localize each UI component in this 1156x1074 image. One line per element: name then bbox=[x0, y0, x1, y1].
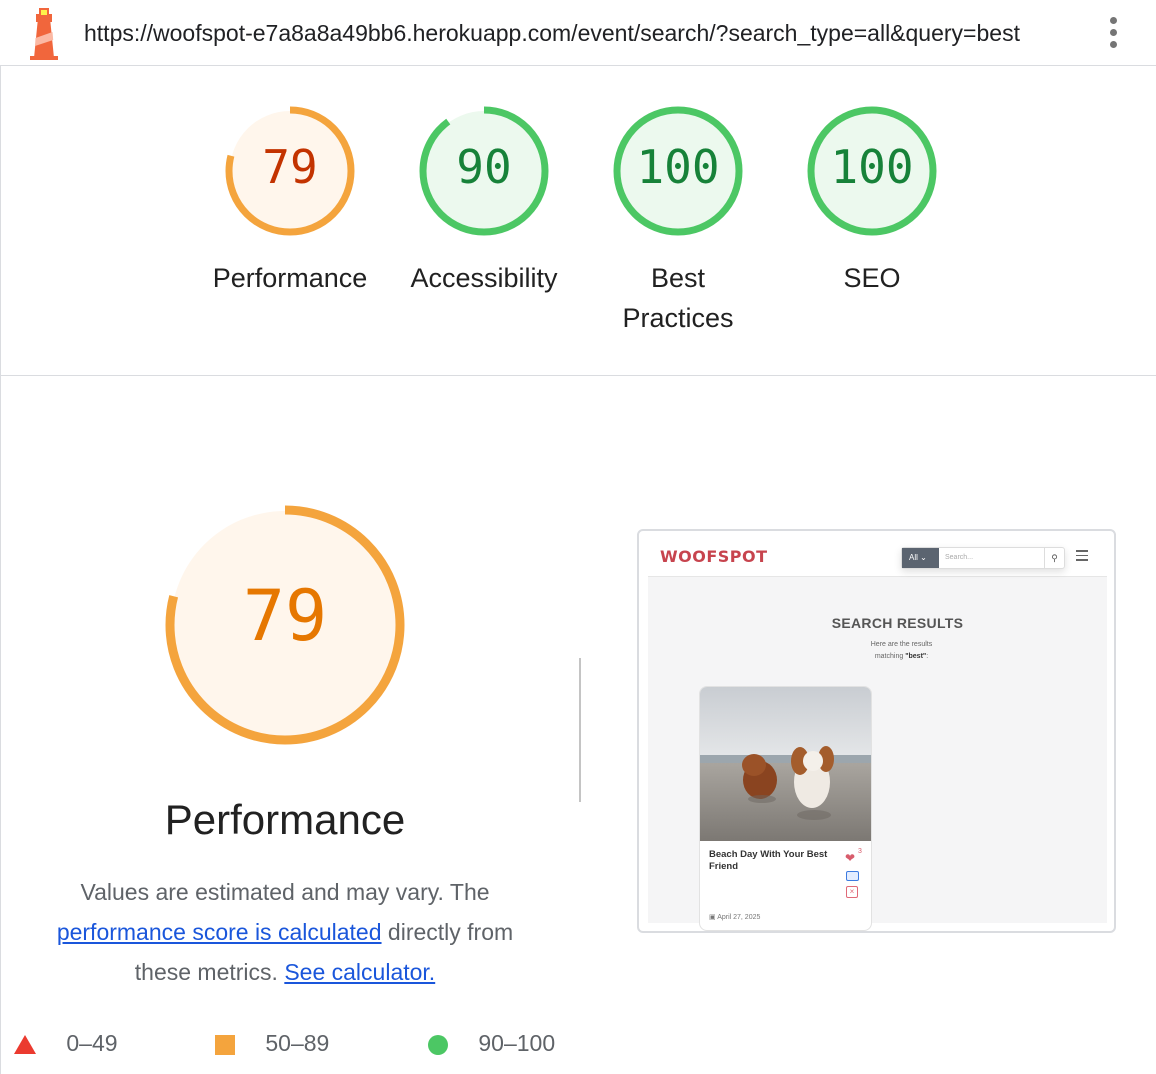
gauge-seo[interactable]: 100 SEO bbox=[777, 104, 967, 298]
gauge-label: Best Practices bbox=[622, 263, 734, 333]
results-subtitle: Here are the results matching "best": bbox=[648, 639, 1107, 663]
search-type-select: All ⌄ bbox=[902, 548, 939, 568]
site-search: All ⌄ Search... ⚲ bbox=[901, 547, 1065, 569]
gauge-accessibility[interactable]: 90 Accessibility bbox=[389, 104, 579, 298]
search-icon: ⚲ bbox=[1044, 548, 1064, 568]
event-date: ▣ April 27, 2025 bbox=[709, 913, 760, 921]
vertical-divider bbox=[579, 658, 581, 802]
subtitle-prefix: matching bbox=[874, 653, 906, 660]
results-heading: SEARCH RESULTS bbox=[831, 615, 964, 631]
gauge-label: Accessibility bbox=[410, 263, 558, 293]
legend-range: 50–89 bbox=[265, 1030, 330, 1056]
cancel-icon: × bbox=[846, 886, 858, 898]
performance-score: 79 bbox=[242, 575, 328, 657]
gauge-score: 100 bbox=[830, 140, 914, 194]
score-calculated-link[interactable]: performance score is calculated bbox=[57, 919, 382, 945]
calendar-icon: ▣ bbox=[709, 914, 716, 921]
gauge-label: SEO bbox=[843, 263, 901, 293]
screenshot-page: WOOFSPOT All ⌄ Search... ⚲ SEARCH RESULT… bbox=[648, 539, 1107, 931]
square-icon bbox=[215, 1034, 235, 1055]
menu-icon bbox=[1076, 550, 1088, 564]
triangle-icon bbox=[14, 1035, 36, 1055]
final-screenshot[interactable]: WOOFSPOT All ⌄ Search... ⚲ SEARCH RESULT… bbox=[637, 529, 1116, 933]
gauge-score: 79 bbox=[262, 140, 318, 194]
heart-icon: ❤ bbox=[845, 851, 856, 865]
performance-title: Performance bbox=[164, 796, 406, 843]
more-vert-icon[interactable] bbox=[1100, 14, 1126, 54]
circle-icon bbox=[428, 1034, 448, 1055]
legend-range: 0–49 bbox=[66, 1030, 118, 1056]
gauge-best-practices[interactable]: 100 Best Practices bbox=[583, 104, 773, 338]
desc-text: Values are estimated and may vary. The bbox=[80, 879, 490, 905]
subtitle-suffix: : bbox=[926, 653, 929, 660]
event-date-text: April 27, 2025 bbox=[717, 914, 761, 921]
like-count: 3 bbox=[858, 848, 862, 855]
ticket-icon bbox=[846, 871, 859, 881]
legend-fail: 0–49 bbox=[14, 1028, 118, 1058]
site-logo: WOOFSPOT bbox=[660, 547, 768, 566]
legend-pass: 90–100 bbox=[428, 1028, 555, 1058]
event-card: Beach Day With Your Best Friend ❤ 3 × ▣ … bbox=[699, 686, 872, 931]
site-navbar: WOOFSPOT All ⌄ Search... ⚲ bbox=[648, 539, 1107, 577]
search-type-label: All bbox=[909, 553, 918, 562]
score-summary: 79 Performance 90 Accessibility 100 Best… bbox=[0, 66, 1156, 376]
subtitle-line: Here are the results bbox=[870, 641, 933, 648]
event-photo bbox=[700, 687, 871, 841]
search-input: Search... bbox=[945, 554, 974, 561]
performance-description: Values are estimated and may vary. The p… bbox=[30, 872, 540, 992]
gauge-score: 100 bbox=[636, 140, 720, 194]
left-rule bbox=[0, 376, 1, 1074]
lighthouse-logo-icon bbox=[30, 8, 58, 60]
gauge-score: 90 bbox=[456, 140, 512, 194]
subtitle-line: matching "best": bbox=[696, 651, 1107, 663]
gauge-performance[interactable]: 79 Performance bbox=[195, 104, 385, 298]
gauge-label: Performance bbox=[212, 263, 368, 293]
subtitle-query: "best" bbox=[905, 653, 927, 660]
legend-range: 90–100 bbox=[478, 1030, 556, 1056]
url-bar: https://woofspot-e7a8a8a49bb6.herokuapp.… bbox=[0, 0, 1156, 66]
score-legend: 0–49 50–89 90–100 bbox=[0, 1028, 600, 1058]
event-title: Beach Day With Your Best Friend bbox=[709, 849, 828, 872]
page-url: https://woofspot-e7a8a8a49bb6.herokuapp.… bbox=[84, 20, 1020, 46]
legend-average: 50–89 bbox=[215, 1028, 329, 1058]
see-calculator-link[interactable]: See calculator. bbox=[284, 959, 435, 985]
